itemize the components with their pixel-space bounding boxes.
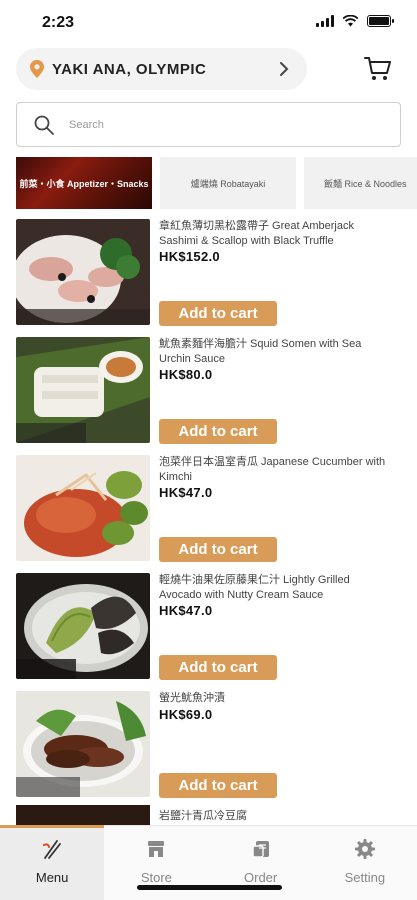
item-price: HK$47.0 (159, 603, 213, 618)
item-name: 章紅魚薄切黑松露帶子 Great Amberjack Sashimi & Sca… (159, 220, 354, 247)
add-to-cart-button[interactable]: Add to cart (159, 773, 277, 798)
search-icon (34, 115, 54, 135)
location-selector[interactable]: YAKI ANA, OLYMPIC (16, 48, 307, 90)
menu-item: 泡菜伴日本温室青瓜 Japanese Cucumber with Kimchi … (0, 455, 417, 567)
item-price: HK$152.0 (159, 249, 220, 264)
tab-label: Setting (344, 870, 386, 885)
menu-item: 章紅魚薄切黑松露帶子 Great Amberjack Sashimi & Sca… (0, 219, 417, 331)
item-name: 魷魚素麵伴海膽汁 Squid Somen with Sea Urchin Sau… (159, 338, 362, 365)
item-photo[interactable] (16, 219, 150, 325)
tab-setting[interactable]: Setting (313, 826, 417, 900)
gear-icon (354, 839, 375, 859)
search-input[interactable] (69, 118, 369, 131)
item-name: 泡菜伴日本温室青瓜 Japanese Cucumber with Kimchi (159, 456, 386, 483)
tab-label: Order (244, 870, 278, 885)
item-name: 岩鹽汁青瓜冷豆腐 (159, 810, 247, 822)
wifi-icon (342, 15, 359, 27)
home-indicator (137, 885, 282, 890)
status-bar: 2:23 (0, 0, 417, 44)
tab-label: Store (140, 870, 172, 885)
item-photo[interactable] (16, 691, 150, 797)
chevron-right-icon (280, 62, 289, 76)
add-to-cart-button[interactable]: Add to cart (159, 419, 277, 444)
add-to-cart-button[interactable]: Add to cart (159, 301, 277, 326)
item-name: 螢光魷魚沖漬 (159, 692, 225, 704)
status-time: 2:23 (42, 14, 75, 31)
order-icon (251, 841, 269, 858)
location-pin-icon (30, 60, 44, 78)
category-tab-robatayaki[interactable]: 爐端燒 Robatayaki (160, 157, 296, 209)
category-tab-appetizer[interactable]: 前菜・小食 Appetizer・Snacks (16, 157, 152, 209)
item-price: HK$69.0 (159, 707, 213, 722)
item-photo[interactable] (16, 573, 150, 679)
store-icon (148, 841, 165, 857)
chopsticks-icon (43, 840, 62, 859)
category-tabs: 前菜・小食 Appetizer・Snacks 爐端燒 Robatayaki 飯麵… (16, 157, 417, 209)
menu-item: 魷魚素麵伴海膽汁 Squid Somen with Sea Urchin Sau… (0, 337, 417, 449)
tab-menu[interactable]: Menu (0, 825, 105, 900)
location-name: YAKI ANA, OLYMPIC (52, 60, 207, 78)
category-tab-rice-noodles[interactable]: 飯麵 Rice & Noodles (304, 157, 417, 209)
status-icons (316, 15, 394, 27)
search-bar[interactable] (16, 102, 401, 147)
add-to-cart-button[interactable]: Add to cart (159, 655, 277, 680)
item-photo[interactable] (16, 337, 150, 443)
item-name: 輕燒牛油果佐原藤果仁汁 Lightly Grilled Avocado with… (159, 574, 350, 601)
battery-icon (367, 15, 394, 27)
menu-item: 螢光魷魚沖漬 HK$69.0 Add to cart (0, 691, 417, 803)
item-photo[interactable] (16, 455, 150, 561)
item-price: HK$47.0 (159, 485, 213, 500)
tab-label: Menu (35, 870, 69, 885)
item-photo[interactable] (16, 805, 150, 825)
menu-item: 輕燒牛油果佐原藤果仁汁 Lightly Grilled Avocado with… (0, 573, 417, 685)
signal-icon (316, 15, 334, 27)
add-to-cart-button[interactable]: Add to cart (159, 537, 277, 562)
menu-item-partial: 岩鹽汁青瓜冷豆腐 (0, 805, 417, 825)
item-price: HK$80.0 (159, 367, 213, 382)
cart-icon[interactable] (364, 56, 392, 82)
